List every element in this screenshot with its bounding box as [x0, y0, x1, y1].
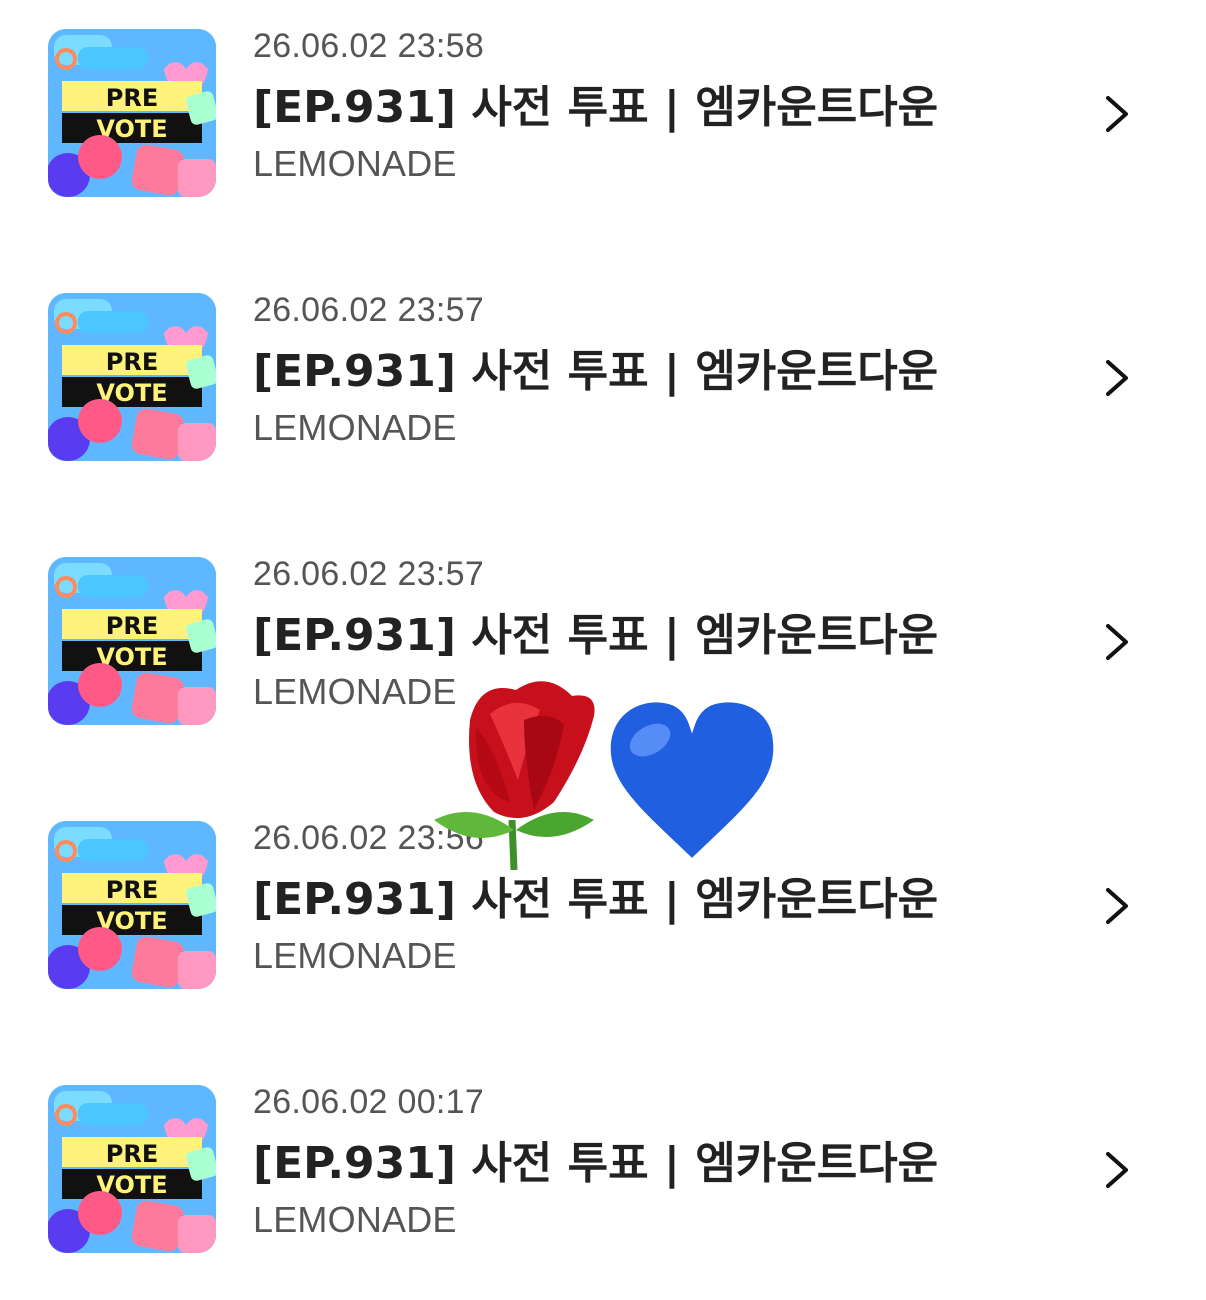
artist-name: LEMONADE: [253, 143, 457, 184]
vote-timestamp: 26.06.02 23:57: [253, 291, 485, 329]
svg-text:PRE: PRE: [106, 84, 158, 112]
chevron-right-icon[interactable]: [1098, 620, 1134, 664]
list-item-meta: 26.06.02 23:58 [EP.931] 사전 투표 | 엠카운트다운 L…: [253, 26, 1073, 186]
list-item-meta: 26.06.02 00:17 [EP.931] 사전 투표 | 엠카운트다운 L…: [253, 1082, 1073, 1242]
vote-timestamp: 26.06.02 23:57: [253, 555, 485, 593]
artist-name: LEMONADE: [253, 935, 457, 976]
vote-timestamp: 26.06.02 00:17: [253, 1083, 485, 1121]
chevron-right-icon[interactable]: [1098, 356, 1134, 400]
list-item[interactable]: PRE VOTE 26.06.02 23:57 [EP.931] 사전 투표 |…: [0, 528, 1206, 792]
list-item-meta: 26.06.02 23:57 [EP.931] 사전 투표 | 엠카운트다운 L…: [253, 290, 1073, 450]
episode-title: [EP.931] 사전 투표 | 엠카운트다운: [253, 82, 939, 133]
list-item[interactable]: PRE VOTE 26.06.02 23:58 [EP.931] 사전 투표 |…: [0, 0, 1206, 264]
episode-title: [EP.931] 사전 투표 | 엠카운트다운: [253, 610, 939, 661]
svg-text:PRE: PRE: [106, 612, 158, 640]
svg-text:PRE: PRE: [106, 1140, 158, 1168]
artist-name: LEMONADE: [253, 1199, 457, 1240]
artist-name: LEMONADE: [253, 407, 457, 448]
episode-title: [EP.931] 사전 투표 | 엠카운트다운: [253, 346, 939, 397]
artist-name: LEMONADE: [253, 671, 457, 712]
vote-timestamp: 26.06.02 23:56: [253, 819, 485, 857]
chevron-right-icon[interactable]: [1098, 884, 1134, 928]
list-item[interactable]: PRE VOTE 26.06.02 23:56 [EP.931] 사전 투표 |…: [0, 792, 1206, 1056]
pre-vote-thumbnail: PRE VOTE: [48, 29, 216, 197]
chevron-right-icon[interactable]: [1098, 92, 1134, 136]
episode-title: [EP.931] 사전 투표 | 엠카운트다운: [253, 1138, 939, 1189]
list-item[interactable]: PRE VOTE 26.06.02 23:57 [EP.931] 사전 투표 |…: [0, 264, 1206, 528]
chevron-right-icon[interactable]: [1098, 1148, 1134, 1192]
pre-vote-thumbnail: PRE VOTE: [48, 821, 216, 989]
list-item-meta: 26.06.02 23:56 [EP.931] 사전 투표 | 엠카운트다운 L…: [253, 818, 1073, 978]
list-item[interactable]: PRE VOTE 26.06.02 00:17 [EP.931] 사전 투표 |…: [0, 1056, 1206, 1300]
pre-vote-thumbnail: PRE VOTE: [48, 293, 216, 461]
pre-vote-thumbnail: PRE VOTE: [48, 1085, 216, 1253]
vote-timestamp: 26.06.02 23:58: [253, 27, 485, 65]
svg-text:PRE: PRE: [106, 876, 158, 904]
vote-history-list: PRE VOTE 26.06.02 23:58 [EP.931] 사전 투표 |…: [0, 0, 1206, 1300]
vote-history-screen: PRE VOTE 26.06.02 23:58 [EP.931] 사전 투표 |…: [0, 0, 1206, 1300]
list-item-meta: 26.06.02 23:57 [EP.931] 사전 투표 | 엠카운트다운 L…: [253, 554, 1073, 714]
svg-text:PRE: PRE: [106, 348, 158, 376]
pre-vote-thumbnail: PRE VOTE: [48, 557, 216, 725]
episode-title: [EP.931] 사전 투표 | 엠카운트다운: [253, 874, 939, 925]
